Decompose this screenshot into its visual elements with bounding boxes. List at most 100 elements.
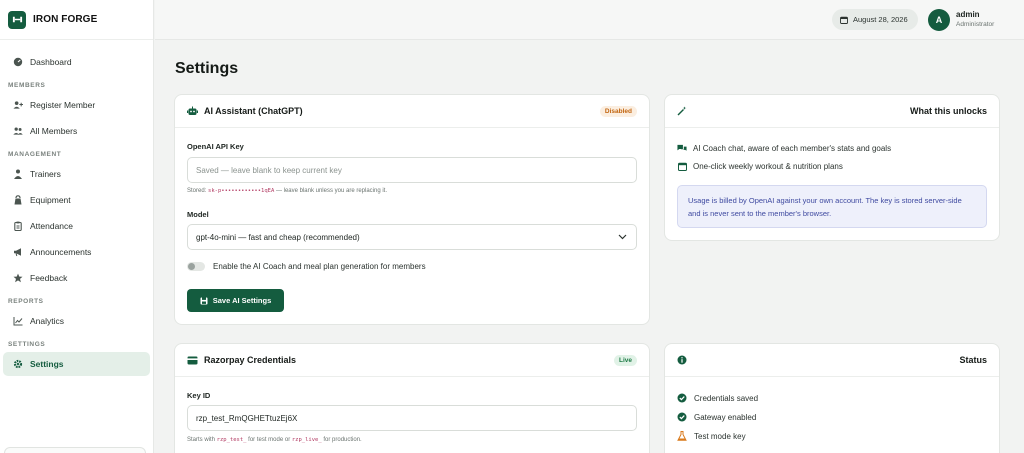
chat-icon bbox=[677, 144, 687, 153]
sidebar-item-label: Attendance bbox=[30, 221, 74, 231]
sidebar-item-label: Feedback bbox=[30, 273, 68, 283]
key-id-label: Key ID bbox=[187, 391, 211, 400]
ai-card-title: AI Assistant (ChatGPT) bbox=[204, 106, 303, 116]
stored-key: sk-p••••••••••••1qEA bbox=[208, 188, 275, 194]
user-role: Administrator bbox=[956, 21, 995, 28]
sidebar-item-all-members[interactable]: All Members bbox=[3, 119, 150, 143]
credit-card-icon bbox=[187, 356, 198, 365]
status-item: Credentials saved bbox=[677, 393, 758, 403]
ai-enable-label: Enable the AI Coach and meal plan genera… bbox=[213, 262, 426, 271]
status-label: Gateway enabled bbox=[694, 412, 757, 422]
gauge-icon bbox=[13, 57, 23, 67]
hint-suffix: for production. bbox=[323, 437, 362, 443]
ai-card-header: AI Assistant (ChatGPT) Disabled bbox=[175, 95, 649, 128]
page-title: Settings bbox=[175, 60, 239, 77]
unlocks-title: What this unlocks bbox=[909, 106, 987, 116]
section-settings: SETTINGS bbox=[8, 341, 46, 348]
user-plus-icon bbox=[13, 100, 23, 110]
status-badge: Live bbox=[613, 354, 637, 366]
trainer-icon bbox=[13, 169, 23, 179]
ai-enable-toggle[interactable] bbox=[187, 262, 205, 271]
sidebar-item-register-member[interactable]: Register Member bbox=[3, 93, 150, 117]
status-label: Credentials saved bbox=[694, 393, 759, 403]
unlocks-card: What this unlocks AI Coach chat, aware o… bbox=[664, 94, 1000, 241]
sidebar-item-feedback[interactable]: Feedback bbox=[3, 266, 150, 290]
gear-icon bbox=[13, 359, 23, 369]
check-circle-icon bbox=[677, 412, 687, 422]
stored-key-hint: Stored: sk-p••••••••••••1qEA — leave bla… bbox=[187, 188, 387, 194]
feature-item: One-click weekly workout & nutrition pla… bbox=[677, 162, 843, 171]
status-header: Status bbox=[665, 344, 999, 377]
razorpay-header: Razorpay Credentials Live bbox=[175, 344, 649, 377]
stored-prefix: Stored: bbox=[187, 188, 207, 194]
info-icon bbox=[677, 355, 687, 365]
save-button-label: Save AI Settings bbox=[212, 296, 272, 305]
razorpay-card: Razorpay Credentials Live Key ID rzp_tes… bbox=[174, 343, 650, 453]
dumbbell-logo-icon bbox=[8, 10, 26, 29]
robot-icon bbox=[187, 106, 198, 116]
save-icon bbox=[200, 297, 208, 305]
ai-assistant-card: AI Assistant (ChatGPT) Disabled OpenAI A… bbox=[174, 94, 650, 325]
key-id-input[interactable]: rzp_test_RmQGHETtuzEj6X bbox=[187, 405, 637, 431]
sidebar-item-dashboard[interactable]: Dashboard bbox=[3, 50, 150, 74]
sidebar-item-label: All Members bbox=[30, 126, 78, 136]
section-members: MEMBERS bbox=[8, 82, 46, 89]
section-reports: REPORTS bbox=[8, 298, 44, 305]
sidebar-item-label: Settings bbox=[30, 359, 64, 369]
sidebar-item-analytics[interactable]: Analytics bbox=[3, 309, 150, 333]
status-badge: Disabled bbox=[599, 105, 637, 117]
sidebar: IRON FORGE Dashboard MEMBERS Register Me… bbox=[0, 0, 154, 453]
unlocks-header: What this unlocks bbox=[665, 95, 999, 128]
avatar[interactable]: A bbox=[928, 9, 950, 31]
kettlebell-icon bbox=[13, 195, 23, 205]
sidebar-footer bbox=[4, 447, 146, 453]
calendar-icon bbox=[677, 162, 687, 171]
brand[interactable]: IRON FORGE bbox=[0, 0, 153, 40]
chart-line-icon bbox=[13, 316, 23, 326]
status-label: Test mode key bbox=[694, 431, 746, 441]
api-key-input[interactable]: Saved — leave blank to keep current key bbox=[187, 157, 637, 183]
api-key-label: OpenAI API Key bbox=[187, 142, 244, 151]
sidebar-item-equipment[interactable]: Equipment bbox=[3, 188, 150, 212]
status-item: Test mode key bbox=[677, 431, 746, 441]
sidebar-item-label: Register Member bbox=[30, 100, 96, 110]
sidebar-item-label: Trainers bbox=[30, 169, 61, 179]
check-circle-icon bbox=[677, 393, 687, 403]
ai-enable-row: Enable the AI Coach and meal plan genera… bbox=[187, 262, 426, 271]
sidebar-nav: Dashboard MEMBERS Register Member All Me… bbox=[0, 40, 153, 376]
topbar: August 28, 2026 A admin Administrator bbox=[155, 0, 1024, 40]
chevron-down-icon bbox=[618, 234, 627, 240]
magic-wand-icon bbox=[677, 106, 687, 116]
sidebar-item-label: Analytics bbox=[30, 316, 65, 326]
clipboard-icon bbox=[13, 221, 23, 231]
sidebar-item-trainers[interactable]: Trainers bbox=[3, 162, 150, 186]
sidebar-item-announcements[interactable]: Announcements bbox=[3, 240, 150, 264]
sidebar-item-attendance[interactable]: Attendance bbox=[3, 214, 150, 238]
hint-mid: for test mode or bbox=[248, 437, 291, 443]
model-label: Model bbox=[187, 210, 209, 219]
sidebar-item-label: Announcements bbox=[30, 247, 92, 257]
stored-suffix: — leave blank unless you are replacing i… bbox=[275, 188, 387, 194]
feature-label: One-click weekly workout & nutrition pla… bbox=[693, 162, 843, 171]
flask-icon bbox=[677, 431, 687, 441]
star-icon bbox=[13, 273, 23, 283]
model-select[interactable]: gpt-4o-mini — fast and cheap (recommende… bbox=[187, 224, 637, 250]
status-card: Status Credentials saved Gateway enabled… bbox=[664, 343, 1000, 453]
razorpay-title: Razorpay Credentials bbox=[204, 355, 297, 365]
hint-prefix: Starts with bbox=[187, 437, 216, 443]
billing-notice: Usage is billed by OpenAI against your o… bbox=[677, 185, 987, 228]
sidebar-item-settings[interactable]: Settings bbox=[3, 352, 150, 376]
key-id-hint: Starts with rzp_test_ for test mode or r… bbox=[187, 437, 362, 443]
brand-name: IRON FORGE bbox=[33, 14, 98, 25]
sidebar-item-label: Dashboard bbox=[30, 57, 72, 67]
section-management: MANAGEMENT bbox=[8, 151, 62, 158]
hint-code-live: rzp_live_ bbox=[291, 437, 322, 443]
model-value: gpt-4o-mini — fast and cheap (recommende… bbox=[196, 232, 360, 242]
date-chip: August 28, 2026 bbox=[832, 9, 918, 30]
sidebar-item-label: Equipment bbox=[30, 195, 71, 205]
save-ai-settings-button[interactable]: Save AI Settings bbox=[187, 289, 284, 312]
hint-code-test: rzp_test_ bbox=[216, 437, 247, 443]
status-title: Status bbox=[959, 355, 987, 365]
users-icon bbox=[13, 126, 23, 136]
user-name[interactable]: admin bbox=[956, 10, 980, 19]
